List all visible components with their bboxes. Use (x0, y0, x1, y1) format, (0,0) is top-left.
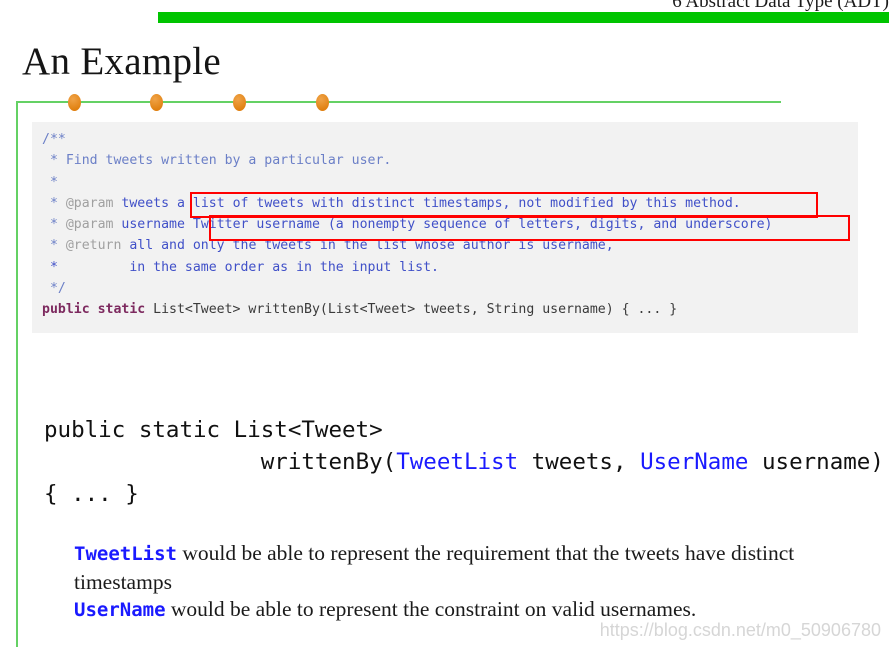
adt-signature-method: writtenBy( (260, 449, 397, 475)
adt-signature-body: { ... } (44, 481, 139, 507)
annotation-box-param-username (209, 215, 850, 241)
term-username: UserName (74, 599, 166, 621)
adt-signature-line1: public static List<Tweet> (44, 417, 383, 443)
decorative-vertical-line (16, 101, 18, 647)
decorative-dot-2 (150, 94, 163, 111)
code-token: * Find tweets written by a particular us… (42, 153, 392, 169)
code-token: * (42, 217, 66, 233)
adt-signature-indent (44, 449, 261, 475)
code-token: List<Tweet> writtenBy(List<Tweet> tweets… (145, 302, 678, 318)
code-line: * (42, 172, 772, 193)
slide-header: 6 Abstract Data Type (ADT) (0, 0, 889, 30)
adt-signature-sep: tweets, (518, 449, 641, 475)
code-token: * (42, 174, 58, 190)
explanation-text-1: would be able to represent the requireme… (74, 541, 795, 594)
code-token: */ (42, 281, 66, 297)
code-token: tweets (113, 195, 177, 211)
code-line: */ (42, 278, 772, 299)
adt-signature-code: public static List<Tweet> writtenBy(Twee… (44, 414, 884, 510)
code-token: * (42, 238, 66, 254)
code-token: @param (65, 195, 114, 211)
type-username: UserName (640, 449, 749, 475)
explanation-block: TweetList would be able to represent the… (74, 540, 864, 625)
code-token: * in the same order as in the input list… (42, 259, 439, 275)
adt-signature-param: username) (748, 449, 884, 475)
decorative-horizontal-line (16, 101, 781, 103)
watermark: https://blog.csdn.net/m0_50906780 (599, 620, 881, 640)
header-accent-bar (158, 12, 889, 23)
code-token: @return (65, 238, 122, 254)
decorative-dot-3 (233, 94, 246, 111)
code-token: @param (65, 217, 114, 233)
decorative-dot-1 (68, 94, 81, 111)
code-token: * (42, 195, 66, 211)
code-line: /** (42, 129, 772, 150)
explanation-paragraph-1: TweetList would be able to represent the… (74, 540, 864, 596)
decorative-rule (0, 88, 889, 647)
code-line: * in the same order as in the input list… (42, 257, 772, 278)
explanation-text-2: would be able to represent the constrain… (165, 597, 697, 621)
decorative-dot-4 (316, 94, 329, 111)
code-line: public static List<Tweet> writtenBy(List… (42, 299, 772, 320)
term-tweetlist: TweetList (74, 543, 177, 565)
page-title: An Example (22, 40, 222, 83)
code-token: public static (42, 302, 146, 318)
code-token: /** (42, 132, 66, 147)
code-line: * Find tweets written by a particular us… (42, 150, 772, 171)
code-token: username (113, 217, 193, 233)
type-tweetlist: TweetList (396, 449, 519, 475)
